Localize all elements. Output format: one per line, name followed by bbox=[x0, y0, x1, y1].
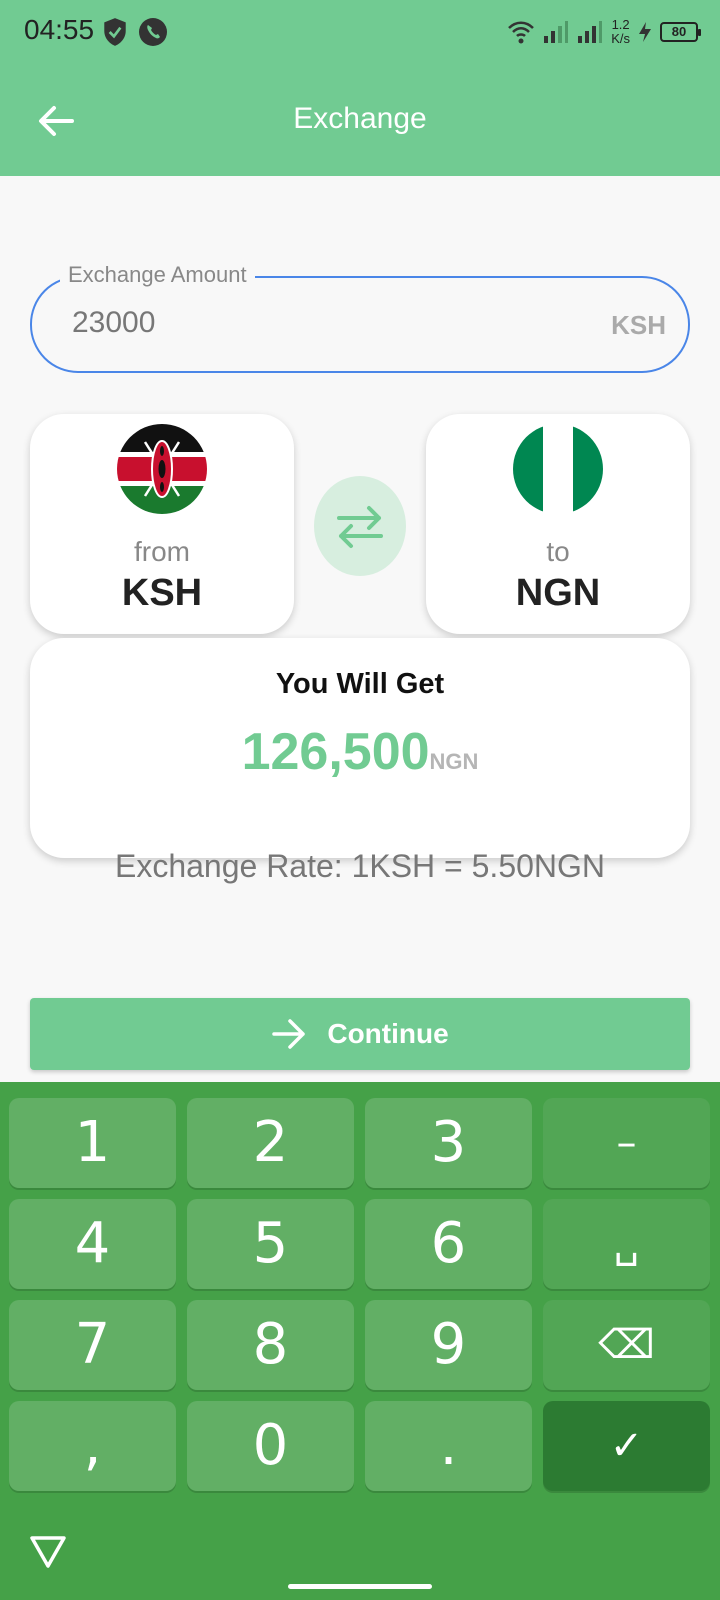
swap-currencies-button[interactable] bbox=[314, 476, 406, 576]
result-card: You Will Get 126,500NGN bbox=[30, 638, 690, 858]
key-minus[interactable]: – bbox=[543, 1098, 710, 1188]
key-comma[interactable]: , bbox=[9, 1401, 176, 1491]
continue-label: Continue bbox=[327, 1018, 449, 1049]
wifi-icon bbox=[508, 21, 535, 44]
amount-value[interactable]: 23000 bbox=[72, 306, 155, 340]
key-done[interactable]: ✓ bbox=[543, 1401, 710, 1491]
amount-label: Exchange Amount bbox=[60, 262, 255, 288]
result-unit: NGN bbox=[429, 749, 479, 774]
key-space[interactable]: ␣ bbox=[543, 1199, 710, 1289]
signal-icon bbox=[544, 21, 569, 43]
key-2[interactable]: 2 bbox=[187, 1098, 354, 1188]
phone-call-icon bbox=[139, 18, 167, 46]
result-title: You Will Get bbox=[275, 668, 445, 700]
nigeria-flag-icon bbox=[513, 424, 603, 514]
to-currency-code: NGN bbox=[515, 572, 601, 614]
from-currency-code: KSH bbox=[121, 572, 203, 614]
key-7[interactable]: 7 bbox=[9, 1300, 176, 1390]
kenya-flag-icon bbox=[117, 424, 207, 514]
nav-back-triangle-icon[interactable] bbox=[28, 1534, 68, 1570]
result-amount: 126,500NGN bbox=[30, 722, 690, 782]
home-gesture-bar[interactable] bbox=[288, 1584, 432, 1589]
speed-value: 1.2 bbox=[611, 17, 630, 32]
key-0[interactable]: 0 bbox=[187, 1401, 354, 1491]
numeric-keyboard: 1 2 3 – 4 5 6 ␣ 7 8 9 ⌫ , 0 . ✓ bbox=[0, 1082, 720, 1600]
exchange-amount-input[interactable]: 23000 KSH bbox=[30, 276, 690, 373]
key-period[interactable]: . bbox=[365, 1401, 532, 1491]
key-1[interactable]: 1 bbox=[9, 1098, 176, 1188]
from-label: from bbox=[134, 536, 190, 567]
from-currency-card[interactable]: from KSH bbox=[30, 414, 294, 634]
key-9[interactable]: 9 bbox=[365, 1300, 532, 1390]
exchange-rate-text: Exchange Rate: 1KSH = 5.50NGN bbox=[114, 848, 606, 884]
battery-indicator: 80 bbox=[660, 22, 701, 42]
swap-arrows-icon bbox=[337, 506, 383, 548]
key-5[interactable]: 5 bbox=[187, 1199, 354, 1289]
speed-unit: K/s bbox=[611, 31, 630, 46]
shield-icon bbox=[104, 18, 126, 46]
arrow-right-icon bbox=[272, 1019, 306, 1049]
key-backspace[interactable]: ⌫ bbox=[543, 1300, 710, 1390]
key-8[interactable]: 8 bbox=[187, 1300, 354, 1390]
network-speed: 1.2 K/s bbox=[611, 18, 630, 46]
key-6[interactable]: 6 bbox=[365, 1199, 532, 1289]
to-label: to bbox=[546, 536, 570, 567]
app-bar: Exchange bbox=[0, 66, 720, 176]
continue-button[interactable]: Continue bbox=[30, 998, 690, 1070]
key-4[interactable]: 4 bbox=[9, 1199, 176, 1289]
status-bar: 04:55 1.2 K/s 80 bbox=[0, 0, 720, 66]
key-3[interactable]: 3 bbox=[365, 1098, 532, 1188]
charging-icon bbox=[639, 22, 651, 42]
amount-unit: KSH bbox=[611, 310, 666, 340]
page-title: Exchange bbox=[293, 102, 427, 135]
signal-icon-2 bbox=[578, 21, 603, 43]
to-currency-card[interactable]: to NGN bbox=[426, 414, 690, 634]
status-right-group: 1.2 K/s 80 bbox=[507, 16, 701, 48]
result-value: 126,500 bbox=[241, 723, 430, 781]
status-time: 04:55 bbox=[24, 14, 95, 45]
